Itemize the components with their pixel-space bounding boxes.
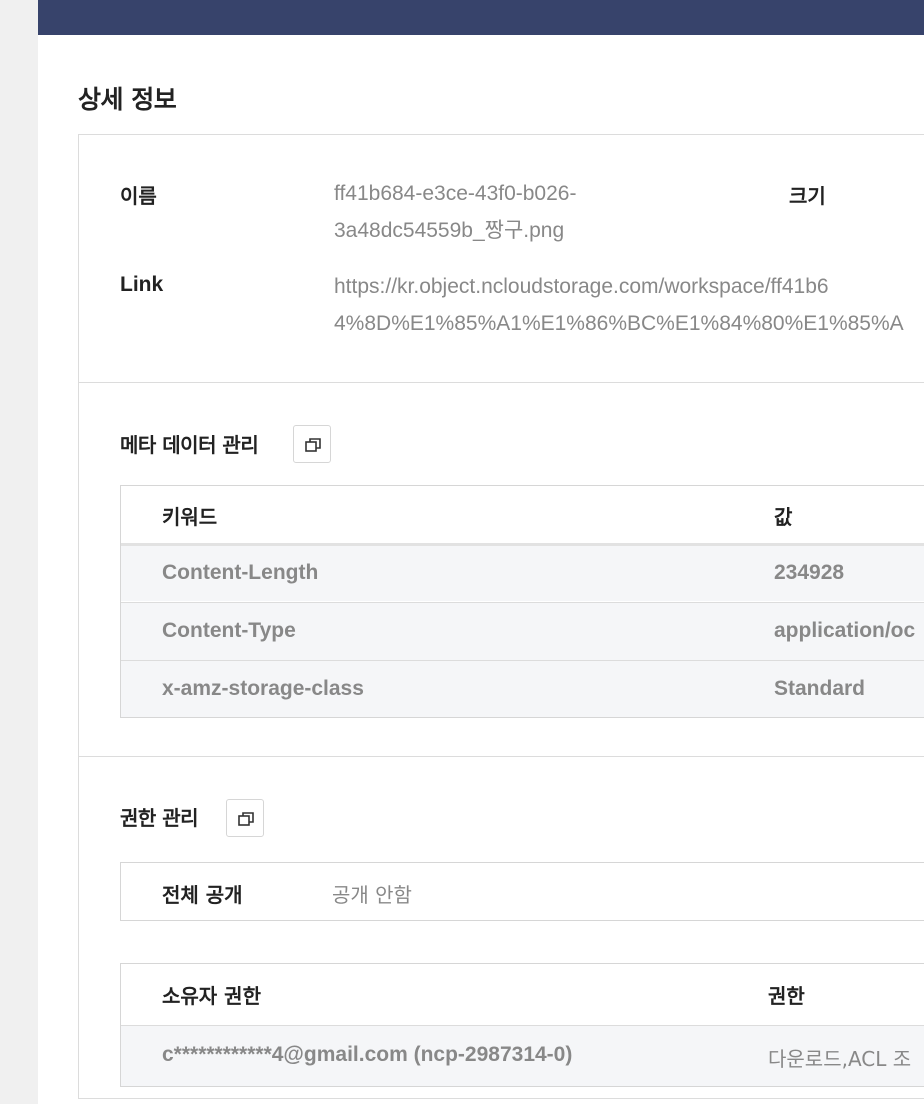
permission-header: 권한 (768, 984, 805, 1008)
permissions-section-title: 권한 관리 (120, 806, 199, 830)
metadata-header-value: 값 (774, 505, 793, 529)
metadata-key: Content-Type (162, 619, 296, 642)
copy-icon (238, 812, 254, 826)
owner-email: c************4@gmail.com (ncp-2987314-0) (162, 1043, 573, 1066)
owner-header: 소유자 권한 (162, 984, 261, 1008)
permissions-copy-button[interactable] (226, 799, 264, 837)
divider (79, 382, 924, 383)
table-row: Content-Length 234928 (121, 543, 924, 601)
metadata-copy-button[interactable] (293, 425, 331, 463)
public-access-box: 전체 공개 공개 안함 (120, 862, 924, 921)
metadata-value: Standard (774, 677, 866, 700)
metadata-key: x-amz-storage-class (162, 677, 364, 700)
size-label: 크기 (789, 184, 826, 208)
link-value-line1[interactable]: https://kr.object.ncloudstorage.com/work… (334, 268, 829, 305)
name-value-line1: ff41b684-e3ce-43f0-b026- (334, 182, 577, 205)
name-label: 이름 (120, 184, 157, 208)
metadata-table: 키워드 값 Content-Length 234928 Content-Type… (120, 485, 924, 718)
owner-permission-table: 소유자 권한 권한 c************4@gmail.com (ncp-… (120, 963, 924, 1087)
link-value-line2[interactable]: 4%8D%E1%85%A1%E1%86%BC%E1%84%80%E1%85%A (334, 305, 904, 342)
divider (79, 756, 924, 757)
table-row: x-amz-storage-class Standard (121, 660, 924, 717)
permission-value: 다운로드,ACL 조 (768, 1047, 912, 1071)
link-label: Link (120, 273, 164, 296)
metadata-header-keyword: 키워드 (162, 505, 218, 529)
metadata-section-title: 메타 데이터 관리 (120, 433, 259, 457)
metadata-key: Content-Length (162, 561, 319, 584)
table-row: Content-Type application/oc (121, 602, 924, 660)
public-access-label: 전체 공개 (162, 883, 243, 907)
table-row: c************4@gmail.com (ncp-2987314-0)… (121, 1025, 924, 1086)
top-bar (38, 0, 924, 35)
copy-icon (305, 438, 321, 452)
metadata-value: 234928 (774, 561, 845, 584)
name-value-line2: 3a48dc54559b_짱구.png (334, 219, 565, 242)
metadata-value: application/oc (774, 619, 916, 642)
page-title: 상세 정보 (78, 85, 177, 114)
public-access-value: 공개 안함 (332, 883, 412, 907)
